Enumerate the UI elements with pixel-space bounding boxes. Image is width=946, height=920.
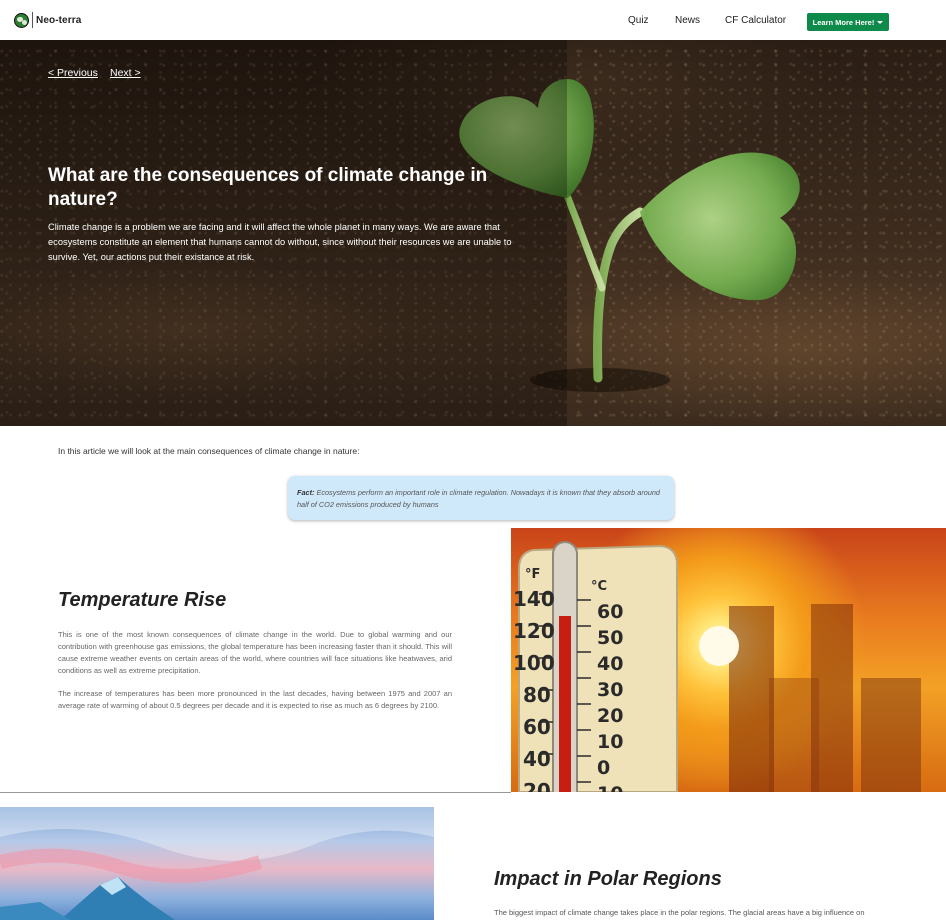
fact-text: Ecosystems perform an important role in … [297, 488, 660, 509]
f-tick: 20 [523, 779, 551, 792]
celsius-label: °C [591, 579, 607, 594]
nav-link-news[interactable]: News [675, 15, 700, 26]
temperature-rise-heading: Temperature Rise [58, 589, 227, 611]
f-tick: 80 [523, 683, 551, 707]
brand[interactable]: Neo-terra [14, 12, 81, 28]
c-tick: 10 [597, 731, 623, 753]
thermometer-sunset-image: °F °C 140 120 100 80 60 40 20 60 50 40 3… [511, 528, 946, 792]
f-tick: 120 [513, 619, 555, 643]
c-tick: 30 [597, 679, 623, 701]
learn-more-dropdown-button[interactable]: Learn More Here! [807, 13, 889, 31]
brand-divider [32, 12, 33, 28]
c-tick: 0 [597, 757, 610, 779]
caret-down-icon [877, 20, 884, 24]
fahrenheit-label: °F [525, 567, 540, 582]
f-tick: 40 [523, 747, 551, 771]
c-tick: 10 [597, 783, 623, 792]
next-link[interactable]: Next > [110, 67, 141, 79]
c-tick: 60 [597, 601, 623, 623]
intro-text: In this article we will look at the main… [58, 446, 360, 456]
fact-label: Fact: [297, 488, 315, 497]
nav-link-cf-calculator[interactable]: CF Calculator [725, 15, 786, 26]
temperature-paragraph-1: This is one of the most known consequenc… [58, 630, 452, 675]
previous-link[interactable]: < Previous [48, 67, 98, 79]
hero-section: < Previous Next > What are the consequen… [0, 40, 946, 426]
polar-mountain-image [0, 807, 434, 920]
brand-name: Neo-terra [36, 14, 82, 26]
thermometer-illustration: °F °C 140 120 100 80 60 40 20 60 50 40 3… [513, 541, 921, 792]
f-tick: 140 [513, 587, 555, 611]
polar-illustration [0, 807, 434, 920]
f-tick: 100 [513, 651, 555, 675]
polar-paragraph: The biggest impact of climate change tak… [494, 908, 865, 917]
navbar: Neo-terra Quiz News CF Calculator Learn … [0, 0, 946, 40]
c-tick: 40 [597, 653, 623, 675]
c-tick: 50 [597, 627, 623, 649]
temperature-paragraph-2: The increase of temperatures has been mo… [58, 689, 452, 710]
hero-title: What are the consequences of climate cha… [48, 165, 488, 210]
globe-logo-icon [14, 12, 29, 28]
learn-more-label: Learn More Here! [812, 17, 875, 27]
polar-regions-heading: Impact in Polar Regions [494, 868, 722, 890]
c-tick: 20 [597, 705, 623, 727]
nav-link-quiz[interactable]: Quiz [628, 15, 649, 26]
fact-box: Fact: Ecosystems perform an important ro… [288, 476, 674, 520]
hero-description: Climate change is a problem we are facin… [48, 222, 512, 262]
f-tick: 60 [523, 715, 551, 739]
section-divider [0, 792, 511, 793]
